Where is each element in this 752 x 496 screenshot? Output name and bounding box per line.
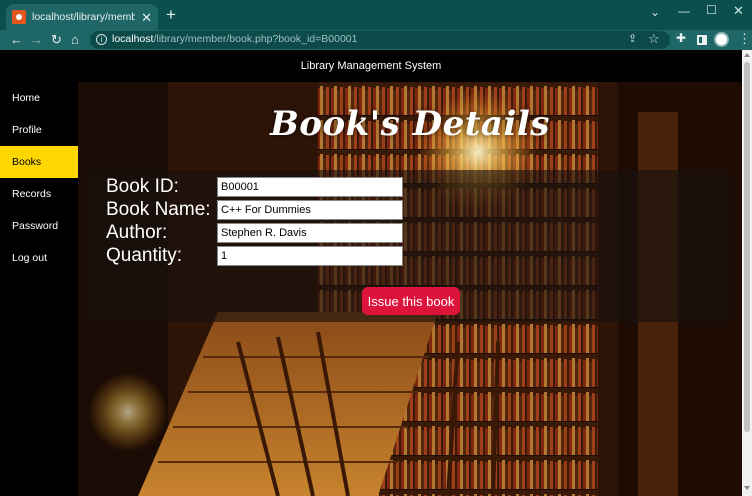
book-name-input[interactable] — [217, 200, 403, 220]
sidebar-item-password[interactable]: Password — [0, 210, 78, 242]
tab-title: localhost/library/member/book.php?book_i… — [32, 11, 136, 23]
issue-book-button[interactable]: Issue this book — [362, 287, 460, 315]
sidebar-item-books[interactable]: Books — [0, 146, 78, 178]
url-path: /library/member/book.php?book_id=B00001 — [153, 33, 358, 45]
book-details-panel: Book ID: Book Name: Author: Quantity: Is… — [88, 170, 730, 322]
extensions-puzzle-icon[interactable]: ✚ — [676, 31, 686, 45]
sidebar-item-profile[interactable]: Profile — [0, 114, 78, 146]
maximize-icon[interactable]: ☐ — [706, 3, 717, 17]
author-label: Author: — [106, 222, 168, 243]
side-panel-icon[interactable] — [697, 35, 707, 45]
scroll-down-arrow-icon[interactable] — [744, 486, 750, 490]
browser-tabstrip: localhost/library/member/book.php?book_i… — [0, 0, 752, 30]
browser-menu-icon[interactable]: ⋮ — [738, 31, 751, 47]
reload-icon[interactable]: ↻ — [51, 31, 62, 49]
tab-close-icon[interactable]: ✕ — [141, 11, 152, 24]
browser-toolbar: ← → ↻ ⌂ i localhost/library/member/book.… — [0, 30, 752, 50]
page-scrollbar[interactable] — [742, 50, 752, 496]
author-input[interactable] — [217, 223, 403, 243]
profile-avatar[interactable] — [714, 32, 729, 47]
address-bar[interactable]: i localhost/library/member/book.php?book… — [90, 31, 670, 49]
xampp-favicon-icon — [12, 10, 26, 24]
scroll-thumb[interactable] — [744, 62, 750, 432]
sidebar-nav: Home Profile Books Records Password Log … — [0, 82, 78, 496]
page-header: Library Management System — [0, 50, 742, 82]
tab-search-icon[interactable]: ⌄ — [650, 5, 660, 19]
sidebar-item-home[interactable]: Home — [0, 82, 78, 114]
minimize-icon[interactable]: — — [678, 4, 690, 18]
new-tab-button[interactable]: + — [166, 6, 176, 24]
scroll-up-arrow-icon[interactable] — [744, 53, 750, 57]
book-id-input[interactable] — [217, 177, 403, 197]
main-content: Book's Details Book ID: Book Name: Autho… — [78, 82, 742, 496]
bookmark-star-icon[interactable]: ☆ — [648, 31, 660, 47]
sidebar-item-records[interactable]: Records — [0, 178, 78, 210]
quantity-input[interactable] — [217, 246, 403, 266]
quantity-label: Quantity: — [106, 245, 183, 266]
forward-arrow-icon[interactable]: → — [30, 31, 43, 49]
back-arrow-icon[interactable]: ← — [10, 31, 23, 49]
book-name-label: Book Name: — [106, 199, 211, 220]
page-heading: Book's Details — [270, 104, 550, 144]
sidebar-item-logout[interactable]: Log out — [0, 242, 78, 274]
url-text: localhost/library/member/book.php?book_i… — [112, 33, 357, 45]
window-close-icon[interactable]: ✕ — [733, 3, 744, 19]
home-icon[interactable]: ⌂ — [71, 31, 79, 49]
browser-tab[interactable]: localhost/library/member/book.php?book_i… — [6, 4, 158, 30]
share-icon[interactable]: ⇪ — [628, 32, 637, 45]
book-id-label: Book ID: — [106, 176, 179, 197]
url-host: localhost — [112, 33, 154, 45]
site-info-icon[interactable]: i — [96, 34, 107, 45]
